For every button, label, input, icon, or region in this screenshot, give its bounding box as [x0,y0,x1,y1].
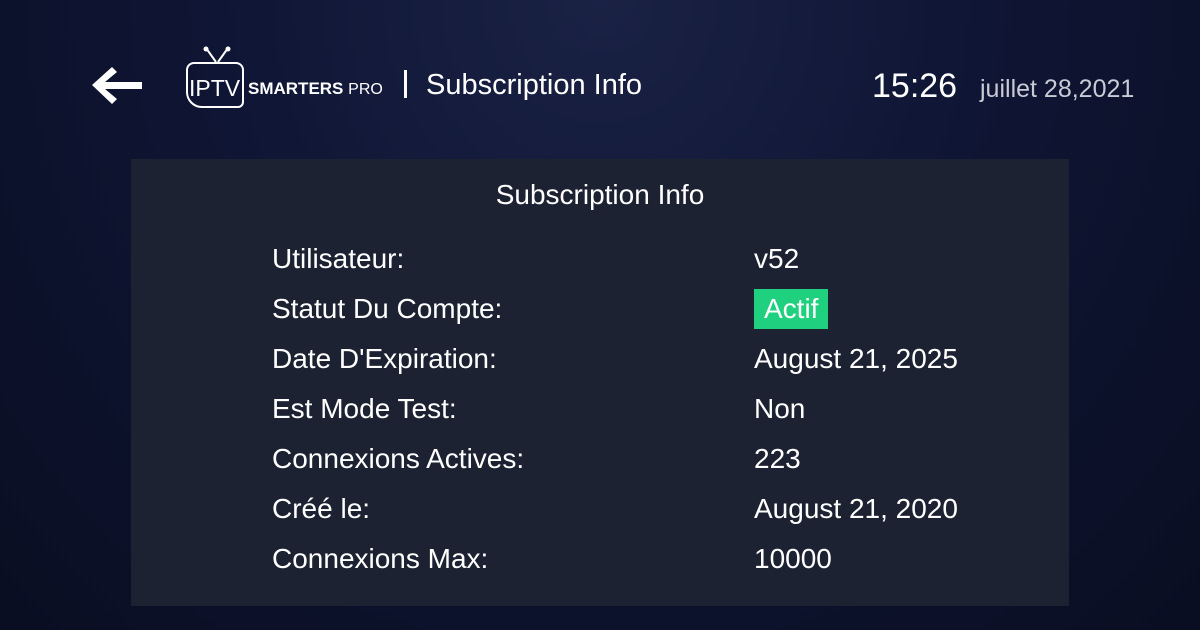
info-label: Connexions Actives: [272,443,525,474]
logo-smarters-text: SMARTERS PRO [248,79,383,100]
subscription-info-panel [131,159,1069,606]
arrow-left-icon [92,67,142,104]
info-row-test-mode: Est Mode Test: Non [272,391,1012,431]
logo-smarters-word: SMARTERS [248,79,344,98]
page-title: Subscription Info [426,69,643,101]
info-label: Connexions Max: [272,543,489,574]
logo-pro-word: PRO [348,81,383,98]
info-row-expiration-date: Date D'Expiration: August 21, 2025 [272,341,1012,381]
info-label: Statut Du Compte: [272,293,503,324]
info-label: Date D'Expiration: [272,343,497,374]
panel-title: Subscription Info [495,179,705,210]
info-value: 10000 [754,543,832,574]
logo-iptv-text: IPTV [189,75,241,101]
status-badge: Actif [754,289,829,329]
info-row-user: Utilisateur: v52 [272,241,1012,281]
info-label: Est Mode Test: [272,393,457,424]
info-value: 223 [754,443,801,474]
info-label: Utilisateur: [272,243,405,274]
info-row-max-connections: Connexions Max: 10000 [272,541,1012,581]
info-row-account-status: Statut Du Compte: Actif [272,289,1012,331]
info-value: August 21, 2025 [754,343,958,374]
info-row-created: Créé le: August 21, 2020 [272,491,1012,531]
back-button[interactable] [88,62,146,108]
info-label: Créé le: [272,493,371,524]
iptv-smarters-pro-logo: IPTV SMARTERS PRO [186,46,408,116]
info-value: Non [754,393,806,424]
header-divider [404,70,407,98]
clock-date: juillet 28,2021 [980,75,1135,103]
info-value: August 21, 2020 [754,493,958,524]
clock-time: 15:26 [872,67,958,105]
info-row-active-connections: Connexions Actives: 223 [272,441,1012,481]
info-value: v52 [754,243,800,274]
